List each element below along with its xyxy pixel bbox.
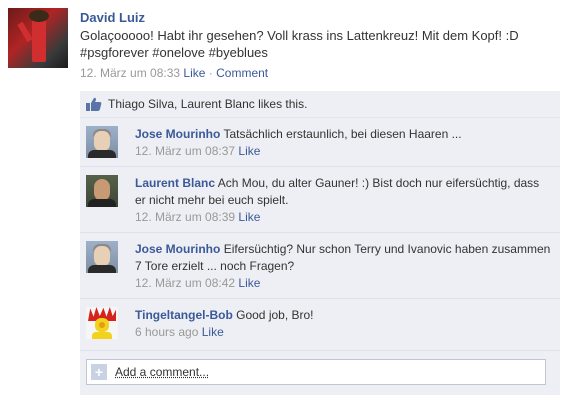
avatar-suit xyxy=(88,150,116,158)
commenter-avatar[interactable] xyxy=(86,241,118,273)
comment-like-link[interactable]: Like xyxy=(238,144,260,158)
comment-item: Tingeltangel-Bob Good job, Bro! 6 hours … xyxy=(80,299,560,351)
avatar-figure-arm xyxy=(17,21,33,43)
avatar-body xyxy=(92,332,112,339)
avatar-face xyxy=(94,131,110,151)
comment-meta: 12. März um 08:37 Like xyxy=(135,143,552,159)
add-comment-placeholder: Add a comment... xyxy=(115,365,210,379)
likes-bar: Thiago Silva, Laurent Blanc likes this. xyxy=(80,91,560,118)
comment-body: Tatsächlich erstaunlich, bei diesen Haar… xyxy=(223,127,462,141)
comment-meta: 6 hours ago Like xyxy=(135,324,552,340)
avatar-face xyxy=(94,246,110,266)
comment-text: Jose Mourinho Eifersüchtig? Nur schon Te… xyxy=(135,241,552,275)
comment-timestamp[interactable]: 12. März um 08:39 xyxy=(135,210,235,224)
post-author-link[interactable]: David Luiz xyxy=(80,10,570,26)
plus-icon: + xyxy=(91,364,107,380)
comment-timestamp[interactable]: 12. März um 08:37 xyxy=(135,144,235,158)
post-timestamp[interactable]: 12. März um 08:33 xyxy=(80,66,180,80)
comment-timestamp[interactable]: 6 hours ago xyxy=(135,325,198,339)
avatar-suit xyxy=(88,265,116,273)
likes-text[interactable]: Thiago Silva, Laurent Blanc likes this. xyxy=(108,97,307,111)
comment-item: Laurent Blanc Ach Mou, du alter Gauner! … xyxy=(80,167,560,233)
author-avatar[interactable] xyxy=(8,8,68,68)
post-comment-link[interactable]: Comment xyxy=(216,66,268,80)
feedback-panel: Thiago Silva, Laurent Blanc likes this. … xyxy=(80,91,560,395)
comment-body: Good job, Bro! xyxy=(236,308,314,322)
commenter-avatar[interactable] xyxy=(86,175,118,207)
comment-text: Tingeltangel-Bob Good job, Bro! xyxy=(135,307,552,324)
meta-separator: · xyxy=(208,66,213,80)
comment-item: Jose Mourinho Eifersüchtig? Nur schon Te… xyxy=(80,233,560,299)
post-like-link[interactable]: Like xyxy=(183,66,205,80)
comment-text: Jose Mourinho Tatsächlich erstaunlich, b… xyxy=(135,126,552,143)
add-comment-input[interactable]: + Add a comment... xyxy=(86,359,546,385)
avatar-suit xyxy=(88,199,116,207)
post-meta: 12. März um 08:33 Like · Comment xyxy=(80,66,570,80)
comment-meta: 12. März um 08:42 Like xyxy=(135,275,552,291)
commenter-avatar[interactable] xyxy=(86,307,118,339)
avatar-nose xyxy=(99,322,105,328)
avatar-figure-hair xyxy=(29,10,49,22)
avatar-face xyxy=(94,179,110,201)
comment-timestamp[interactable]: 12. März um 08:42 xyxy=(135,276,235,290)
comment-like-link[interactable]: Like xyxy=(238,210,260,224)
comment-text: Laurent Blanc Ach Mou, du alter Gauner! … xyxy=(135,175,552,209)
commenter-avatar[interactable] xyxy=(86,126,118,158)
comment-like-link[interactable]: Like xyxy=(202,325,224,339)
post-message: Golaçooooo! Habt ihr gesehen? Voll krass… xyxy=(80,28,519,60)
comment-author-link[interactable]: Jose Mourinho xyxy=(135,242,220,256)
comment-author-link[interactable]: Tingeltangel-Bob xyxy=(135,308,233,322)
comment-item: Jose Mourinho Tatsächlich erstaunlich, b… xyxy=(80,118,560,167)
comment-meta: 12. März um 08:39 Like xyxy=(135,209,552,225)
comment-author-link[interactable]: Jose Mourinho xyxy=(135,127,220,141)
add-comment-row: + Add a comment... xyxy=(80,351,560,395)
thumbs-up-icon xyxy=(86,97,102,111)
comment-author-link[interactable]: Laurent Blanc xyxy=(135,176,215,190)
post-body: David Luiz Golaçooooo! Habt ihr gesehen?… xyxy=(80,10,570,80)
comment-like-link[interactable]: Like xyxy=(238,276,260,290)
